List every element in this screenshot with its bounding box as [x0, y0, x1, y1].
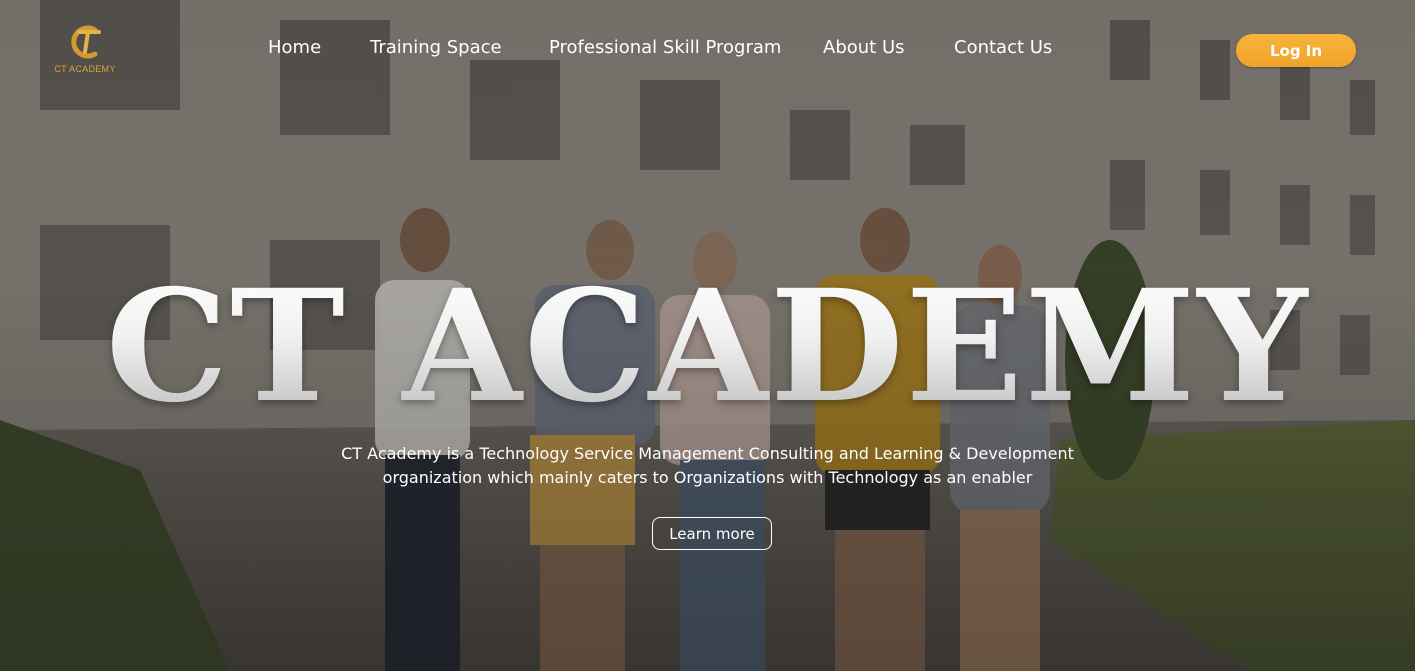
nav-item-professional-skill-program[interactable]: Professional Skill Program [549, 37, 781, 58]
nav-item-training-space[interactable]: Training Space [370, 37, 502, 58]
login-button[interactable]: Log In [1236, 34, 1356, 67]
main-nav: Home Training Space Professional Skill P… [0, 37, 1415, 63]
hero-description-line-2: organization which mainly caters to Orga… [382, 468, 1033, 487]
hero-description-line-1: CT Academy is a Technology Service Manag… [341, 444, 1074, 463]
learn-more-button[interactable]: Learn more [652, 517, 772, 550]
nav-item-contact-us[interactable]: Contact Us [954, 37, 1052, 58]
hero-section: CT ACADEMY Home Training Space Professio… [0, 0, 1415, 671]
nav-item-home[interactable]: Home [268, 37, 321, 58]
hero-title: CT ACADEMY [0, 262, 1415, 432]
nav-item-about-us[interactable]: About Us [823, 37, 905, 58]
logo-text: CT ACADEMY [54, 64, 116, 74]
hero-description: CT Academy is a Technology Service Manag… [300, 442, 1115, 490]
